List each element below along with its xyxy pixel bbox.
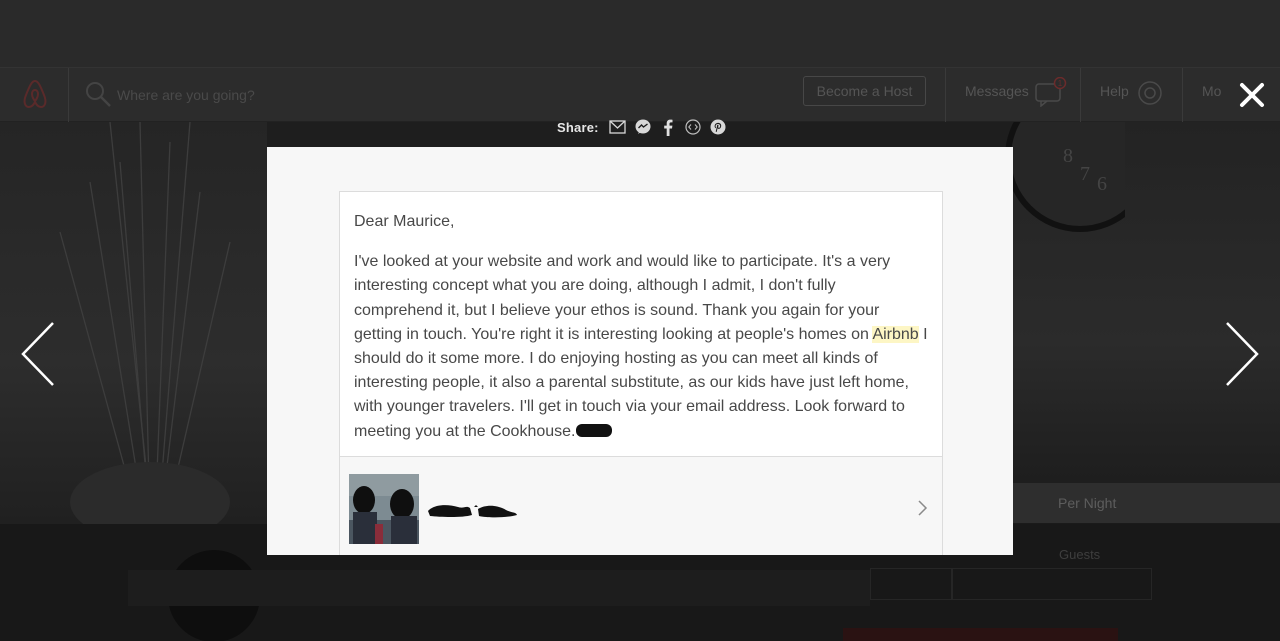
header-divider	[1182, 68, 1183, 123]
share-bar: Share:	[557, 116, 734, 138]
messages-badge: 1	[1058, 79, 1063, 88]
svg-text:6: 6	[1097, 173, 1107, 195]
pinterest-icon[interactable]	[709, 118, 727, 136]
messenger-icon[interactable]	[634, 118, 652, 136]
message-greeting: Dear Maurice,	[354, 213, 455, 230]
book-button-background	[843, 628, 1118, 641]
per-night-label: Per Night	[1013, 483, 1280, 523]
become-host-button[interactable]: Become a Host	[803, 76, 926, 106]
guests-label: Guests	[1059, 547, 1101, 562]
background-top-strip	[0, 0, 1280, 67]
embed-icon[interactable]	[684, 118, 702, 136]
user-menu-label[interactable]: Mo	[1202, 83, 1221, 99]
previous-arrow-icon[interactable]	[19, 320, 57, 388]
message-text: I've looked at your website and work and…	[354, 250, 928, 444]
facebook-icon[interactable]	[659, 118, 677, 136]
site-header: Become a Host Messages 1 Help Mo	[0, 67, 1280, 123]
checkin-field-background	[870, 568, 952, 600]
header-divider	[1080, 68, 1081, 123]
airbnb-logo-icon[interactable]	[20, 77, 50, 111]
sender-avatar[interactable]	[349, 474, 419, 544]
help-lifebuoy-icon	[1138, 81, 1162, 105]
search-input[interactable]	[117, 82, 417, 108]
title-bar-background	[128, 570, 870, 606]
header-divider	[945, 68, 946, 123]
share-label: Share:	[557, 119, 599, 135]
redacted-signature	[576, 423, 613, 437]
redacted-sender-name	[428, 505, 517, 518]
checkout-field-background	[952, 568, 1152, 600]
help-link[interactable]: Help	[1100, 83, 1129, 99]
message-body: Dear Maurice, I've looked at your websit…	[340, 192, 942, 457]
sender-row[interactable]	[340, 457, 942, 555]
highlighted-word: Airbnb	[872, 325, 919, 343]
message-card: Dear Maurice, I've looked at your websit…	[339, 191, 943, 555]
svg-text:8: 8	[1063, 145, 1073, 167]
svg-text:7: 7	[1080, 163, 1090, 185]
message-text-part1: I've looked at your website and work and…	[354, 253, 891, 343]
next-arrow-icon[interactable]	[1223, 320, 1261, 388]
search-icon	[86, 82, 111, 107]
header-divider	[68, 68, 69, 123]
close-icon[interactable]	[1236, 79, 1268, 111]
email-icon[interactable]	[609, 118, 627, 136]
chevron-right-icon[interactable]	[916, 499, 930, 517]
photo-lightbox-modal: Dear Maurice, I've looked at your websit…	[267, 147, 1013, 555]
chat-bubble-icon[interactable]: 1	[1034, 77, 1070, 107]
messages-link[interactable]: Messages	[965, 83, 1029, 99]
